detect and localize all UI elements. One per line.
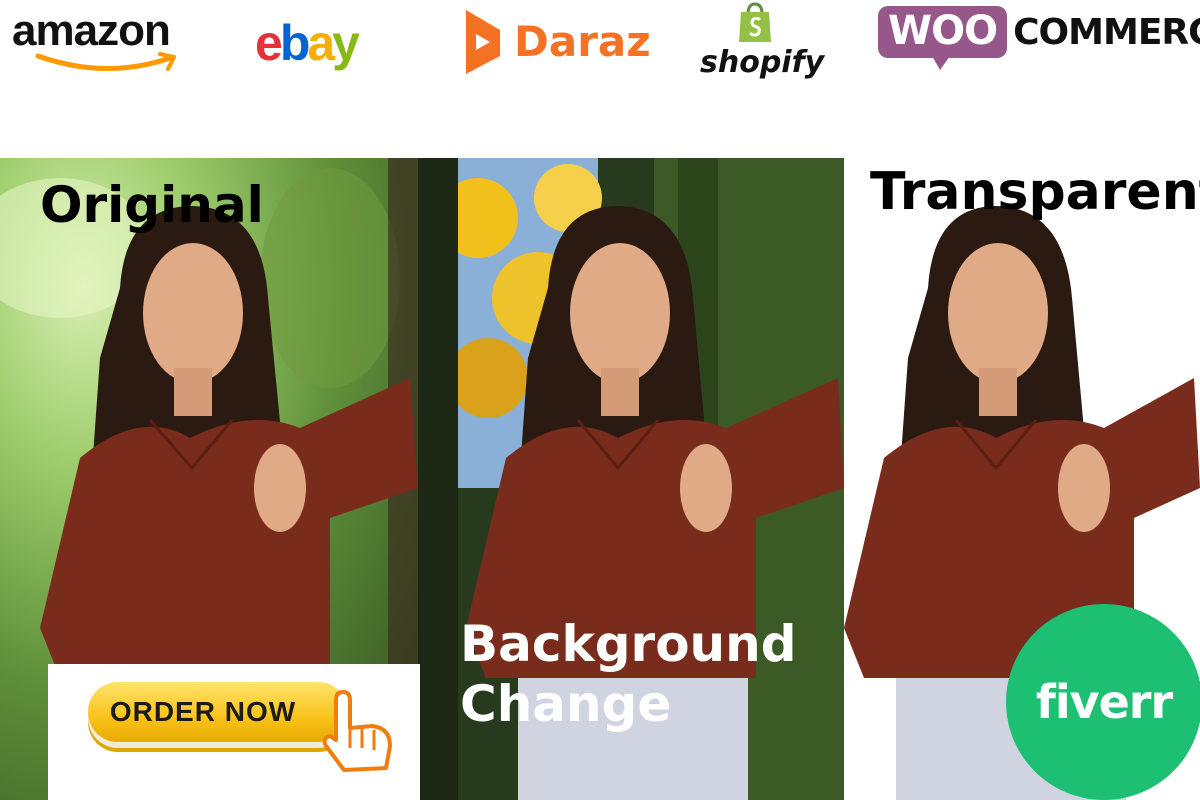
ebay-letter-e: e	[255, 15, 283, 71]
daraz-box-icon	[466, 10, 500, 74]
ebay-letter-b: b	[279, 15, 310, 71]
order-now-button[interactable]: ORDER NOW	[88, 682, 348, 742]
woocommerce-logo: WOO COMMERCE	[878, 6, 1200, 70]
amazon-logo: amazon	[12, 6, 176, 71]
order-now-box: ORDER NOW	[48, 664, 420, 800]
amazon-smile-icon	[35, 52, 176, 71]
woo-commerce-wordmark: COMMERCE	[1013, 11, 1200, 53]
fiverr-badge[interactable]: fiverr	[1006, 604, 1200, 800]
background-change-label-line1: Background	[460, 615, 797, 673]
original-label: Original	[40, 176, 264, 234]
shopify-wordmark: shopify	[700, 45, 825, 80]
background-change-label-line2: Change	[460, 675, 672, 733]
daraz-logo: Daraz	[460, 6, 651, 76]
transparent-label: Transparent	[870, 162, 1200, 222]
background-change-label: Background Change	[460, 614, 797, 734]
shopify-logo: shopify	[700, 2, 825, 80]
fiverr-wordmark: fiverr	[1035, 675, 1173, 729]
order-now-label: ORDER NOW	[109, 696, 297, 727]
woo-bubble: WOO	[878, 6, 1008, 70]
ebay-logo: ebay	[255, 14, 360, 72]
amazon-wordmark: amazon	[12, 6, 171, 55]
pointing-hand-icon	[322, 690, 392, 772]
daraz-wordmark: Daraz	[514, 16, 651, 66]
shopify-bag-icon	[739, 2, 771, 42]
marketplace-logos: amazon ebay Daraz shopify WOO COMMERCE	[0, 0, 1200, 150]
ebay-letter-a: a	[307, 15, 335, 71]
ebay-letter-y: y	[332, 15, 360, 71]
